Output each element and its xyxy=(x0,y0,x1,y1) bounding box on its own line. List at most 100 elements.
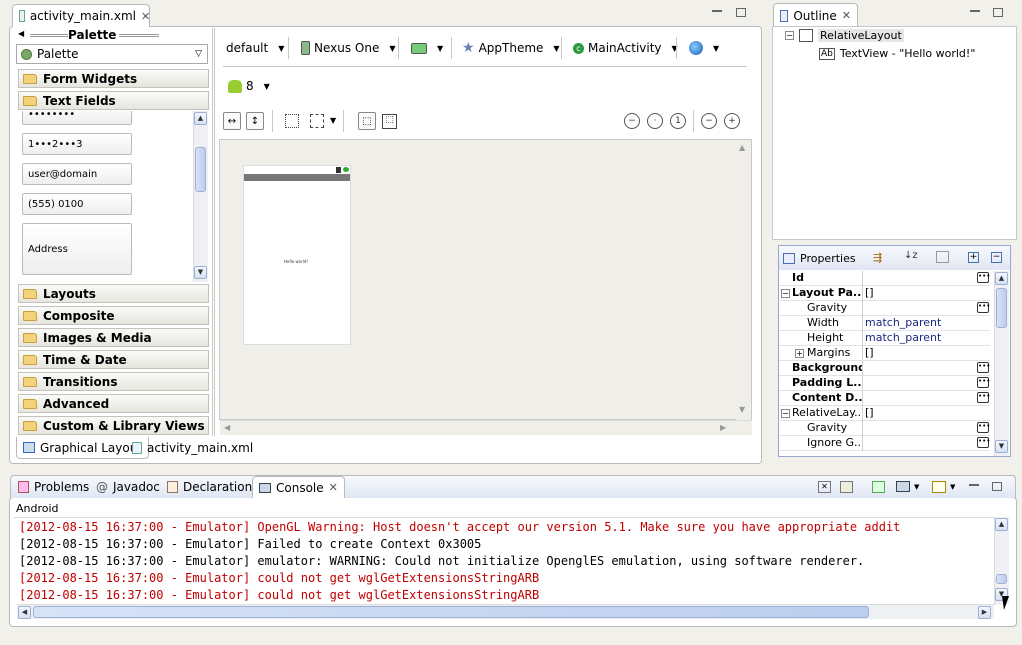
edit-ellipsis-icon[interactable]: ••• xyxy=(977,272,990,283)
chevron-down-icon[interactable]: ▼ xyxy=(950,483,955,491)
palette-scrollbar[interactable]: ▲ ▼ xyxy=(193,111,208,282)
palette-divider[interactable] xyxy=(212,28,215,436)
grid-icon[interactable] xyxy=(285,114,299,128)
tab-problems[interactable]: Problems xyxy=(12,476,95,498)
pin-console-icon[interactable] xyxy=(872,481,885,493)
scroll-left-icon[interactable]: ◀ xyxy=(224,423,230,432)
property-value[interactable]: [] xyxy=(865,406,874,420)
zoom-out-icon[interactable]: − xyxy=(701,113,717,129)
expand-icon[interactable]: + xyxy=(795,349,804,358)
property-value[interactable]: [] xyxy=(865,346,874,360)
property-row[interactable]: Ignore G... ••• xyxy=(779,436,990,451)
property-value[interactable]: match_parent xyxy=(865,316,941,330)
console-hscroll[interactable]: ◀ ▶ xyxy=(17,604,994,619)
maximize-icon[interactable] xyxy=(993,8,1003,17)
tree-node-relativelayout[interactable]: − RelativeLayout xyxy=(785,29,904,42)
device-dropdown[interactable]: Nexus One ▼ xyxy=(301,38,396,58)
category-custom-views[interactable]: Custom & Library Views xyxy=(18,416,209,435)
toggle-height-icon[interactable]: ↕ xyxy=(246,112,264,130)
device-preview[interactable]: Hello world! xyxy=(243,165,351,345)
hello-textview[interactable]: Hello world! xyxy=(284,259,308,264)
config-dropdown[interactable]: default ▼ xyxy=(226,38,284,58)
property-row[interactable]: RelativeLay... − [] xyxy=(779,406,990,421)
collapse-left-icon[interactable]: ◀ xyxy=(18,29,24,38)
api-level-dropdown[interactable]: 8 ▼ xyxy=(228,76,270,96)
property-value[interactable]: [] xyxy=(865,286,874,300)
collapse-icon[interactable]: − xyxy=(781,409,790,418)
collapse-icon[interactable]: − xyxy=(785,31,794,40)
property-row[interactable]: Gravity ••• xyxy=(779,421,990,436)
property-row[interactable]: Content D... ••• xyxy=(779,391,990,406)
zoom-real-size-icon[interactable]: − xyxy=(624,113,640,129)
category-layouts[interactable]: Layouts xyxy=(18,284,209,303)
scroll-right-icon[interactable]: ▶ xyxy=(720,423,726,432)
category-composite[interactable]: Composite xyxy=(18,306,209,325)
edit-ellipsis-icon[interactable]: ••• xyxy=(977,377,990,388)
minimize-icon[interactable] xyxy=(970,10,980,12)
chevron-down-icon[interactable]: ▼ xyxy=(914,483,919,491)
edit-ellipsis-icon[interactable]: ••• xyxy=(977,362,990,373)
expand-all-icon[interactable]: + xyxy=(968,252,979,263)
scroll-thumb[interactable] xyxy=(195,147,206,192)
scroll-thumb[interactable] xyxy=(996,574,1007,584)
maximize-icon[interactable] xyxy=(992,482,1002,491)
activity-dropdown[interactable]: c MainActivity ▼ xyxy=(573,38,678,58)
property-row[interactable]: Id ••• xyxy=(779,271,990,286)
property-row[interactable]: Width match_parent xyxy=(779,316,990,331)
scroll-thumb[interactable] xyxy=(996,288,1007,328)
outline-tab[interactable]: Outline ✕ xyxy=(773,3,858,27)
console-output[interactable]: [2012-08-15 16:37:00 - Emulator] OpenGL … xyxy=(14,517,994,605)
scroll-left-icon[interactable]: ◀ xyxy=(18,606,31,619)
tab-console[interactable]: Console ✕ xyxy=(252,476,345,498)
zoom-100-icon[interactable]: 1 xyxy=(670,113,686,129)
widget-number[interactable]: 1•••2•••3 xyxy=(22,133,132,155)
widget-email[interactable]: user@domain xyxy=(22,163,132,185)
close-icon[interactable]: ✕ xyxy=(141,10,150,23)
property-row[interactable]: Background ••• xyxy=(779,361,990,376)
display-console-icon[interactable] xyxy=(896,481,910,492)
maximize-icon[interactable] xyxy=(736,8,746,17)
tree-node-textview[interactable]: Ab TextView - "Hello world!" xyxy=(819,47,975,60)
tab-declaration[interactable]: Declaration xyxy=(161,476,258,498)
toggle-width-icon[interactable]: ↔ xyxy=(223,112,241,130)
edit-ellipsis-icon[interactable]: ••• xyxy=(977,392,990,403)
sort-az-icon[interactable]: ↓z xyxy=(904,250,918,261)
scroll-up-icon[interactable]: ▲ xyxy=(995,518,1008,531)
property-row[interactable]: Layout Pa... − [] xyxy=(779,286,990,301)
property-row[interactable]: Height match_parent xyxy=(779,331,990,346)
scroll-up-icon[interactable]: ▲ xyxy=(194,112,207,125)
edit-ellipsis-icon[interactable]: ••• xyxy=(977,302,990,313)
scroll-down-icon[interactable]: ▼ xyxy=(739,405,745,414)
layout-actions-icon[interactable] xyxy=(310,114,324,128)
scroll-thumb[interactable] xyxy=(33,606,869,618)
clear-console-icon[interactable]: ✕ xyxy=(818,481,831,493)
property-row[interactable]: Gravity ••• xyxy=(779,301,990,316)
chevron-down-icon[interactable]: ▼ xyxy=(330,116,336,125)
category-images-media[interactable]: Images & Media xyxy=(18,328,209,347)
theme-dropdown[interactable]: ★ AppTheme ▼ xyxy=(462,38,560,58)
edit-ellipsis-icon[interactable]: ••• xyxy=(977,437,990,448)
layout-vertical-icon[interactable]: ⬚ xyxy=(382,114,397,129)
properties-scrollbar[interactable]: ▲ ▼ xyxy=(994,271,1009,456)
canvas-hscroll[interactable]: ◀ ▶ xyxy=(220,420,752,435)
tab-javadoc[interactable]: @ Javadoc xyxy=(90,476,166,498)
property-value[interactable]: match_parent xyxy=(865,331,941,345)
widget-password[interactable]: •••••••• xyxy=(22,111,132,125)
property-row[interactable]: Padding L... ••• xyxy=(779,376,990,391)
scroll-up-icon[interactable]: ▲ xyxy=(739,143,745,152)
close-icon[interactable]: ✕ xyxy=(329,481,338,494)
collapse-all-icon[interactable]: − xyxy=(991,252,1002,263)
close-icon[interactable]: ✕ xyxy=(842,9,851,22)
scroll-down-icon[interactable]: ▼ xyxy=(194,266,207,279)
tab-xml-source[interactable]: activity_main.xml xyxy=(126,437,259,459)
locale-dropdown[interactable]: ▼ xyxy=(689,38,719,58)
open-console-icon[interactable] xyxy=(932,481,946,493)
zoom-in-icon[interactable]: + xyxy=(724,113,740,129)
editor-tab[interactable]: activity_main.xml ✕ xyxy=(12,4,150,27)
property-row[interactable]: Margins + [] xyxy=(779,346,990,361)
palette-header[interactable]: ◀ Palette xyxy=(16,28,210,42)
palette-selector[interactable]: Palette ▽ xyxy=(16,44,208,64)
layout-horizontal-icon[interactable]: ⬚ xyxy=(358,112,376,130)
default-value-icon[interactable] xyxy=(936,251,949,263)
collapse-icon[interactable]: − xyxy=(781,289,790,298)
